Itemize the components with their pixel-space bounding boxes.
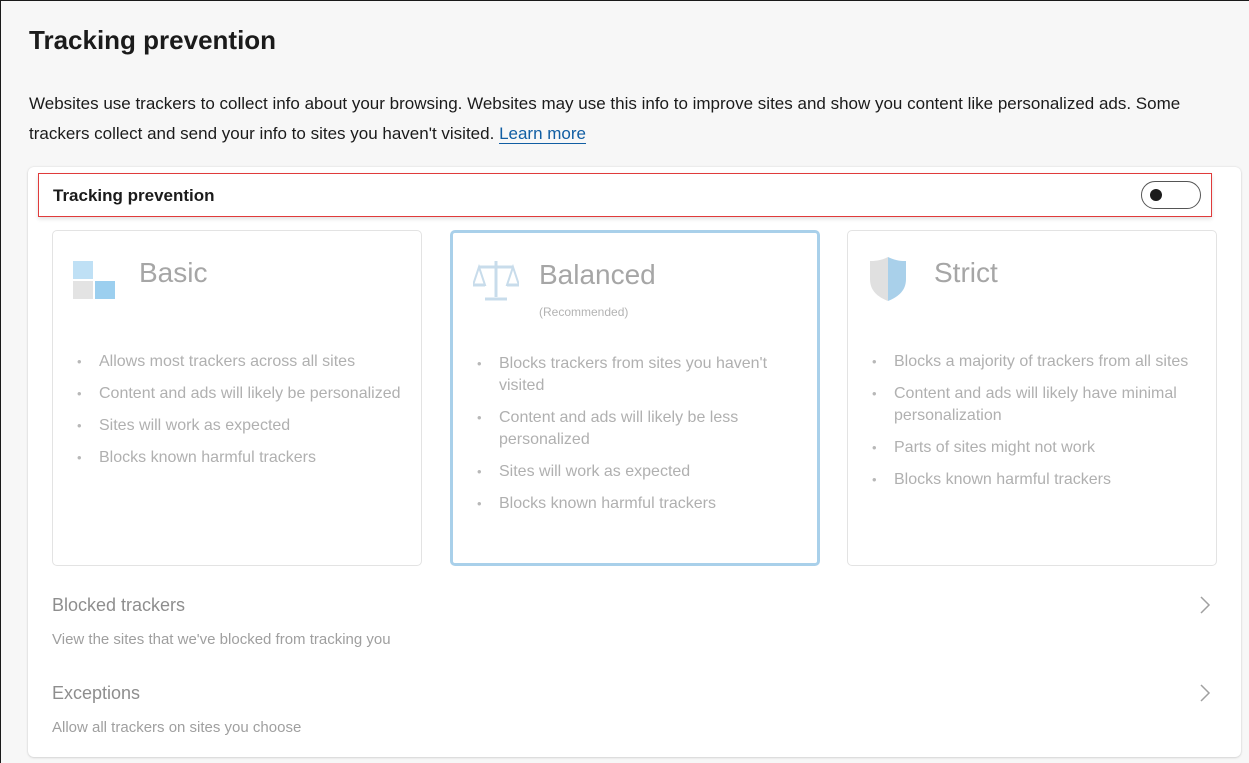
blocked-trackers-title: Blocked trackers [52,595,186,615]
feature-item: Parts of sites might not work [870,437,1200,459]
toggle-label: Tracking prevention [53,186,215,205]
feature-item: Content and ads will likely be less pers… [475,407,805,451]
feature-item: Content and ads will likely be personali… [75,383,405,405]
option-balanced[interactable]: Balanced (Recommended) Blocks trackers f… [450,230,820,566]
page-title: Tracking prevention [29,25,277,55]
option-title: Basic [139,257,208,288]
shield-icon [868,253,914,303]
feature-item: Sites will work as expected [475,461,805,483]
option-features: Blocks trackers from sites you haven't v… [475,353,805,525]
option-strict[interactable]: Strict Blocks a majority of trackers fro… [847,230,1217,566]
basic-squares-icon [73,253,119,303]
option-title: Balanced [539,259,656,290]
feature-item: Blocks trackers from sites you haven't v… [475,353,805,397]
option-features: Blocks a majority of trackers from all s… [870,351,1200,501]
feature-item: Blocks known harmful trackers [870,469,1200,491]
feature-item: Blocks known harmful trackers [75,447,405,469]
settings-card: Tracking prevention Basic Allows most tr… [28,167,1241,757]
learn-more-link[interactable]: Learn more [499,124,586,144]
option-subtitle: (Recommended) [539,305,629,319]
option-features: Allows most trackers across all sites Co… [75,351,405,479]
feature-item: Blocks known harmful trackers [475,493,805,515]
blocked-trackers-description: View the sites that we've blocked from t… [52,631,391,648]
chevron-right-icon [1198,593,1212,617]
exceptions-description: Allow all trackers on sites you choose [52,719,302,736]
feature-item: Sites will work as expected [75,415,405,437]
exceptions-title: Exceptions [52,683,141,703]
page-description: Websites use trackers to collect info ab… [29,89,1239,149]
feature-item: Allows most trackers across all sites [75,351,405,373]
option-basic[interactable]: Basic Allows most trackers across all si… [52,230,422,566]
toggle-knob [1150,189,1162,201]
option-title: Strict [934,257,998,288]
scale-icon [471,255,521,305]
feature-item: Content and ads will likely have minimal… [870,383,1200,427]
description-text: Websites use trackers to collect info ab… [29,94,1181,143]
tracking-prevention-toggle-row[interactable]: Tracking prevention [38,173,1212,217]
exceptions-row[interactable]: Exceptions Allow all trackers on sites y… [52,675,1212,745]
chevron-right-icon [1198,681,1212,705]
feature-item: Blocks a majority of trackers from all s… [870,351,1200,373]
blocked-trackers-row[interactable]: Blocked trackers View the sites that we'… [52,587,1212,657]
tracking-prevention-toggle[interactable] [1141,181,1201,209]
